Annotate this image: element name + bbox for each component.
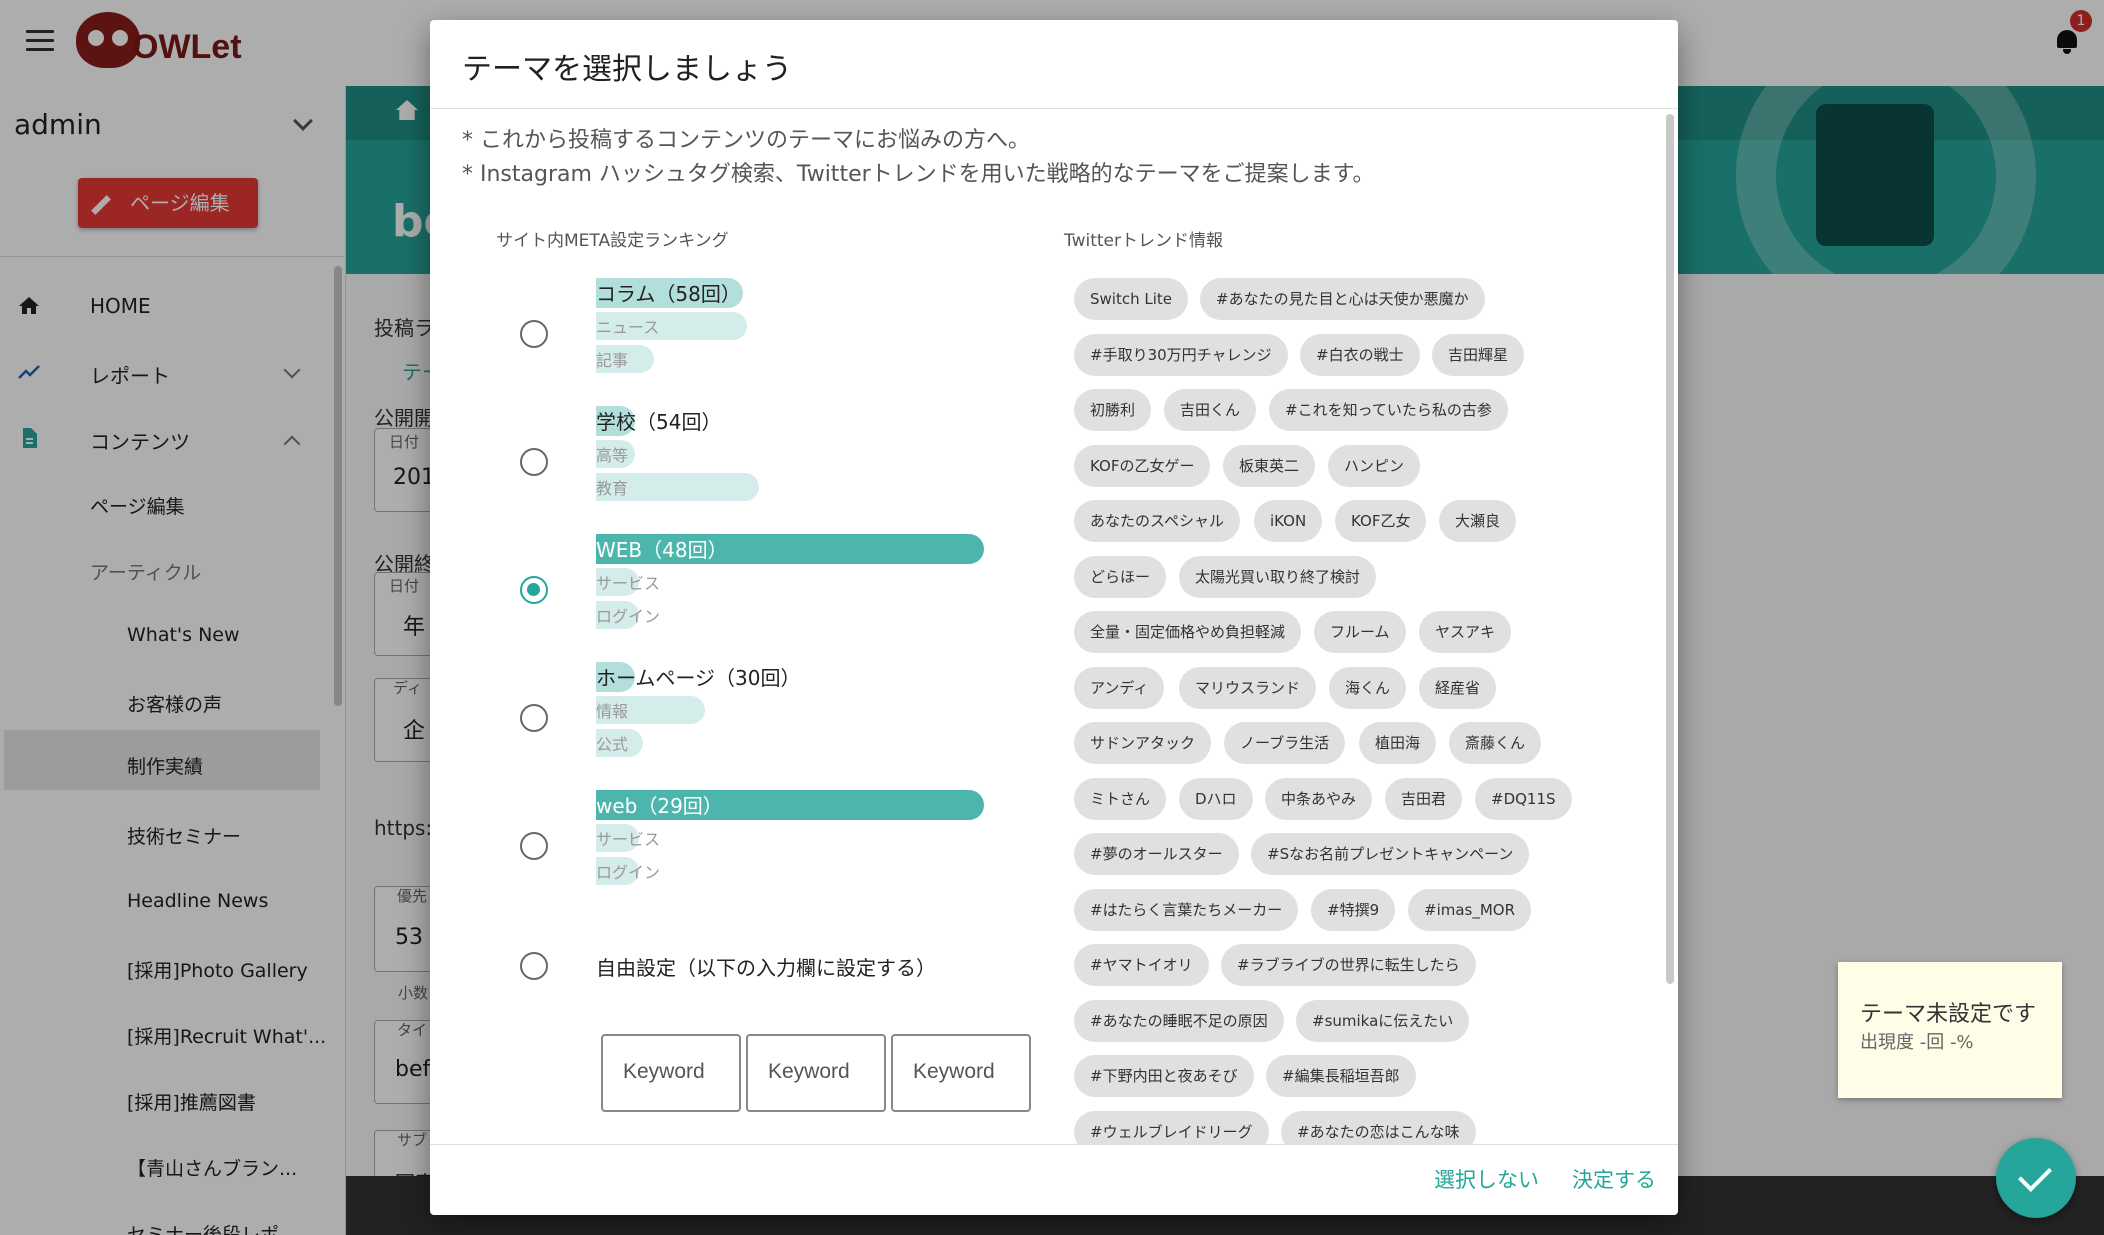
- theme-status-title: テーマ未設定です: [1860, 1002, 2037, 1027]
- keyword-input-3[interactable]: Keyword: [891, 1034, 1031, 1112]
- dialog-note: * Instagram ハッシュタグ検索、Twitterトレンドを用いた戦略的な…: [462, 162, 1375, 187]
- trend-chip[interactable]: アンディ: [1074, 666, 1165, 709]
- trend-chip[interactable]: 斎藤くん: [1449, 722, 1542, 764]
- trend-chip[interactable]: フルーム: [1314, 611, 1406, 653]
- ranking-sub-label: 情報: [596, 702, 629, 721]
- ranking-item[interactable]: コラム（58回） ニュース記事: [596, 278, 996, 378]
- ranking-sub-label: ニュース: [596, 318, 660, 337]
- ranking-item[interactable]: web（29回） サービスログイン: [596, 790, 996, 890]
- ranking-label: コラム（58回）: [596, 282, 741, 306]
- theme-status-sub: 出現度 -回 -%: [1860, 1032, 1974, 1053]
- ranking-sub-label: サービス: [596, 574, 661, 593]
- trend-chip[interactable]: ヤスアキ: [1419, 611, 1512, 653]
- radio-ranking[interactable]: [520, 448, 548, 476]
- dialog-title: テーマを選択しましょう: [462, 52, 792, 87]
- trend-chip[interactable]: #sumikaに伝えたい: [1296, 999, 1470, 1042]
- trend-chip[interactable]: サドンアタック: [1074, 722, 1212, 764]
- trend-chip[interactable]: #下野内田と夜あそび: [1074, 1055, 1254, 1097]
- radio-ranking[interactable]: [520, 832, 548, 860]
- theme-dialog: テーマを選択しましょう * これから投稿するコンテンツのテーマにお悩みの方へ。 …: [430, 20, 1678, 1215]
- trend-chip[interactable]: KOFの乙女ゲー: [1074, 444, 1211, 487]
- ranking-header: サイト内META設定ランキング: [496, 231, 729, 251]
- divider: [430, 108, 1678, 109]
- theme-status-card: テーマ未設定です 出現度 -回 -%: [1838, 962, 2062, 1098]
- trend-chip[interactable]: #あなたの見た目と心は天使か悪魔か: [1200, 278, 1485, 320]
- trend-chip[interactable]: #手取り30万円チャレンジ: [1074, 333, 1288, 376]
- trend-chip[interactable]: #imas_MOR: [1408, 888, 1532, 931]
- ranking-item[interactable]: ホームページ（30回） 情報公式: [596, 662, 996, 762]
- trend-chip[interactable]: 海くん: [1329, 666, 1407, 709]
- radio-ranking[interactable]: [520, 320, 548, 348]
- ranking-sub-label: 高等: [596, 446, 629, 465]
- dialog-note: * これから投稿するコンテンツのテーマにお悩みの方へ。: [462, 128, 1030, 153]
- ranking-sub-label: 公式: [596, 735, 629, 754]
- ranking-sub-label: 記事: [596, 351, 629, 370]
- trend-chip[interactable]: #DQ11S: [1475, 777, 1572, 820]
- trend-chip[interactable]: ハンピン: [1328, 444, 1421, 487]
- confirm-button[interactable]: 決定する: [1572, 1164, 1656, 1194]
- trend-chip[interactable]: 植田海: [1359, 722, 1437, 764]
- trend-chip[interactable]: #あなたの睡眠不足の原因: [1074, 999, 1284, 1042]
- ranking-label: web（29回）: [596, 794, 723, 818]
- ranking-label: 学校（54回）: [596, 410, 722, 434]
- ranking-item[interactable]: WEB（48回） サービスログイン: [596, 534, 996, 634]
- trend-chip[interactable]: #ウェルブレイドリーグ: [1074, 1110, 1269, 1144]
- trend-chip[interactable]: #あなたの恋はこんな味: [1281, 1110, 1476, 1144]
- trend-chips: Switch Lite #あなたの見た目と心は天使か悪魔か #手取り30万円チャレン…: [1074, 278, 1634, 1144]
- trend-chip[interactable]: 全量・固定価格やめ負担軽減: [1074, 611, 1302, 653]
- cancel-button[interactable]: 選択しない: [1434, 1164, 1539, 1194]
- dialog-scrollbar[interactable]: [1666, 114, 1674, 984]
- trend-chip[interactable]: #Sなお名前プレゼントキャンペーン: [1251, 833, 1530, 875]
- trend-chip[interactable]: 大瀬良: [1439, 500, 1517, 542]
- trend-chip[interactable]: iKON: [1254, 500, 1323, 542]
- trend-chip[interactable]: 吉田くん: [1164, 389, 1257, 431]
- ranking-item[interactable]: 学校（54回） 高等教育: [596, 406, 996, 506]
- trend-chip[interactable]: 太陽光買い取り終了検討: [1179, 555, 1377, 598]
- trend-chip[interactable]: 中条あやみ: [1265, 777, 1373, 820]
- twitter-header: Twitterトレンド情報: [1064, 231, 1223, 251]
- ranking-label: WEB（48回）: [596, 538, 728, 562]
- radio-ranking[interactable]: [520, 704, 548, 732]
- ranking-label: ホームページ（30回）: [596, 666, 801, 690]
- confirm-fab[interactable]: [1996, 1138, 2076, 1218]
- radio-ranking[interactable]: [520, 576, 548, 604]
- trend-chip[interactable]: 吉田君: [1385, 777, 1463, 820]
- trend-chip[interactable]: #編集長稲垣吾郎: [1266, 1055, 1416, 1097]
- trend-chip[interactable]: #夢のオールスター: [1074, 833, 1239, 875]
- trend-chip[interactable]: KOF乙女: [1335, 500, 1427, 542]
- keyword-input-2[interactable]: Keyword: [746, 1034, 886, 1112]
- free-setting-label: 自由設定（以下の入力欄に設定する）: [596, 956, 936, 980]
- ranking-sub-label: ログイン: [596, 607, 661, 626]
- trend-chip[interactable]: 初勝利: [1074, 389, 1152, 431]
- trend-chip[interactable]: ミトさん: [1074, 777, 1167, 820]
- trend-chip[interactable]: ノーブラ生活: [1224, 722, 1346, 764]
- trend-chip[interactable]: マリウスランド: [1179, 666, 1317, 709]
- divider: [430, 1144, 1678, 1145]
- ranking-sub-label: ログイン: [596, 863, 661, 882]
- trend-chip[interactable]: Switch Lite: [1074, 278, 1188, 320]
- radio-free-setting[interactable]: [520, 952, 548, 980]
- trend-chip[interactable]: 経産省: [1419, 666, 1497, 709]
- ranking-sub-label: サービス: [596, 830, 661, 849]
- trend-chip[interactable]: あなたのスペシャル: [1074, 500, 1240, 542]
- trend-chip[interactable]: 吉田輝星: [1432, 333, 1525, 376]
- trend-chip[interactable]: #はたらく言葉たちメーカー: [1074, 888, 1299, 931]
- keyword-input-1[interactable]: Keyword: [601, 1034, 741, 1112]
- trend-chip[interactable]: #ヤマトイオリ: [1074, 944, 1209, 986]
- trend-chip[interactable]: #白衣の戦士: [1300, 333, 1420, 376]
- trend-chip[interactable]: 板東英二: [1223, 444, 1316, 487]
- trend-chip[interactable]: #特撰9: [1311, 888, 1396, 931]
- trend-chip[interactable]: どらほー: [1074, 555, 1167, 598]
- trend-chip[interactable]: Dハロ: [1179, 777, 1253, 820]
- trend-chip[interactable]: #これを知っていたら私の古参: [1269, 389, 1508, 431]
- ranking-sub-label: 教育: [596, 479, 629, 498]
- trend-chip[interactable]: #ラブライブの世界に転生したら: [1221, 944, 1476, 986]
